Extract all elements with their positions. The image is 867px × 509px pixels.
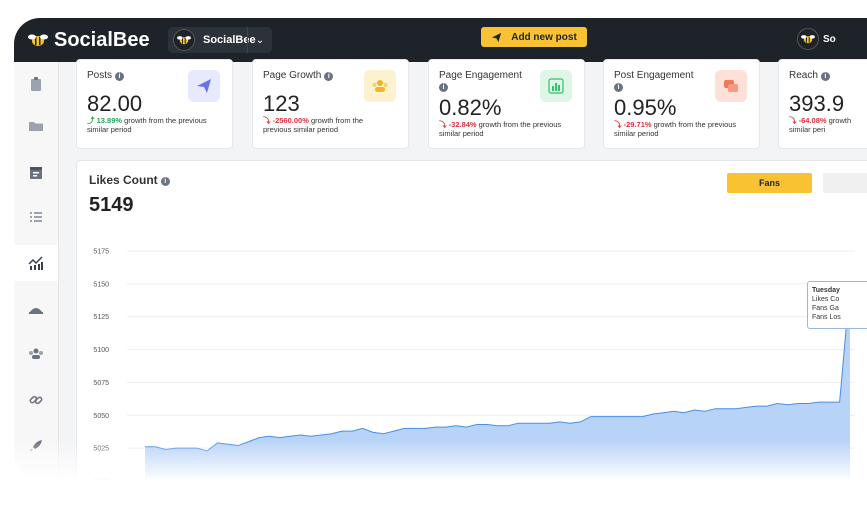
sidebar-item-inbox[interactable] [14,291,58,327]
stat-growth: ⤵ -64.08% growth similar peri [789,116,852,134]
people-icon [372,80,388,92]
stat-card-reach: Reach i 393.9 ⤵ -64.08% growth similar per… [778,59,867,149]
stat-value: 393.9 [789,91,845,116]
stat-title: Page Engagement i [439,70,522,92]
top-bar: SocialBee SocialBee ⌄ Add new post So [14,18,867,62]
stat-title: Posts i [87,70,125,81]
info-icon[interactable]: i [324,72,334,81]
info-icon[interactable]: i [614,83,623,92]
sidebar-item-links[interactable] [14,382,58,418]
app-name: SocialBee [54,28,150,51]
info-icon[interactable]: i [820,72,830,81]
y-tick-label: 5175 [93,249,109,256]
tooltip-line: Fans Los [812,314,841,321]
user-avatar [797,28,819,50]
chat-icon [724,80,738,92]
stat-growth: ⤴ 13.89% growth from the previous similar… [87,116,207,134]
tooltip-line: Likes Co [812,296,840,303]
stat-badge [188,70,220,102]
tooltip-day: Tuesday [812,287,840,294]
bar-chart-icon [548,78,564,94]
team-icon [29,348,43,359]
trend-down-icon: ⤵ [439,120,449,129]
user-name: So [823,33,836,45]
sidebar-item-analytics[interactable] [14,245,58,281]
add-new-post-label: Add new post [511,31,577,43]
stat-card-page-engagement: Page Engagement i 0.82% ⤵ -32.84% growth … [428,59,585,149]
folder-icon [29,122,43,131]
stat-value: 0.95% [614,95,677,120]
bee-logo-icon [28,33,48,47]
add-new-post-button[interactable]: Add new post [481,27,587,47]
account-avatar [173,29,195,51]
likes-chart-panel: Likes Counti 5149 Fans 50005025505050755… [76,160,867,483]
y-tick-label: 5075 [93,380,109,387]
y-tick-label: 5100 [93,347,109,354]
chevron-down-icon[interactable]: ⌄ [247,27,272,53]
stat-card-posts: Posts i 82.00 ⤴ 13.89% growth from the pr… [76,59,233,149]
stat-card-page-growth: Page Growth i 123 ⤵ -2560.00% growth from… [252,59,409,149]
trend-down-icon: ⤵ [263,116,273,125]
send-icon [197,79,211,93]
y-tick-label: 5125 [93,314,109,321]
app-window: SocialBee SocialBee ⌄ Add new post So Po… [14,18,867,483]
stat-growth: ⤵ -29.71% growth from the previous simila… [614,120,737,138]
stat-value: 82.00 [87,91,143,116]
info-icon[interactable]: i [439,83,448,92]
stat-badge [364,70,396,102]
trend-down-icon: ⤵ [614,120,624,129]
calendar-icon [30,167,42,179]
stat-card-post-engagement: Post Engagement i 0.95% ⤵ -29.71% growth … [603,59,760,149]
list-icon [30,212,42,222]
bottom-fade [0,440,867,509]
sidebar-item-team[interactable] [14,336,58,372]
sidebar-item-queue[interactable] [14,199,58,235]
sidebar-item-schedule[interactable] [14,154,58,190]
stat-value: 0.82% [439,95,502,120]
send-icon [492,32,502,42]
stat-title: Reach i [789,70,830,81]
stat-growth: ⤵ -2560.00% growth from the previous simi… [263,116,364,134]
link-icon [29,395,43,405]
clipboard-icon [31,77,41,91]
likes-count-chart: 500050255050507551005125515051753. Jan10… [93,249,855,483]
inbox-icon [29,308,43,314]
bee-avatar-icon [801,35,815,44]
chart-tooltip: Tuesday Likes Co Fans Ga Fans Los [807,281,867,329]
bee-avatar-icon [177,36,191,45]
stat-title: Page Growth i [263,70,334,81]
trend-up-icon: ⤴ [87,116,97,125]
info-icon[interactable]: i [115,72,125,81]
stat-growth: ⤵ -32.84% growth from the previous simila… [439,120,562,138]
analytics-icon [28,256,43,270]
stat-badge [715,70,747,102]
stat-title: Post Engagement i [614,70,694,92]
tooltip-line: Fans Ga [812,305,839,312]
y-tick-label: 5150 [93,281,109,288]
stat-badge [540,70,572,102]
app-logo[interactable]: SocialBee [28,28,150,52]
sidebar-item-content[interactable] [14,108,58,144]
account-switcher[interactable]: SocialBee ⌄ [168,27,272,53]
trend-down-icon: ⤵ [789,116,799,125]
y-tick-label: 5050 [93,413,109,420]
stat-value: 123 [263,91,300,116]
sidebar-item-posts[interactable] [14,66,58,102]
user-menu[interactable]: So [797,27,836,51]
sidebar [14,62,59,483]
